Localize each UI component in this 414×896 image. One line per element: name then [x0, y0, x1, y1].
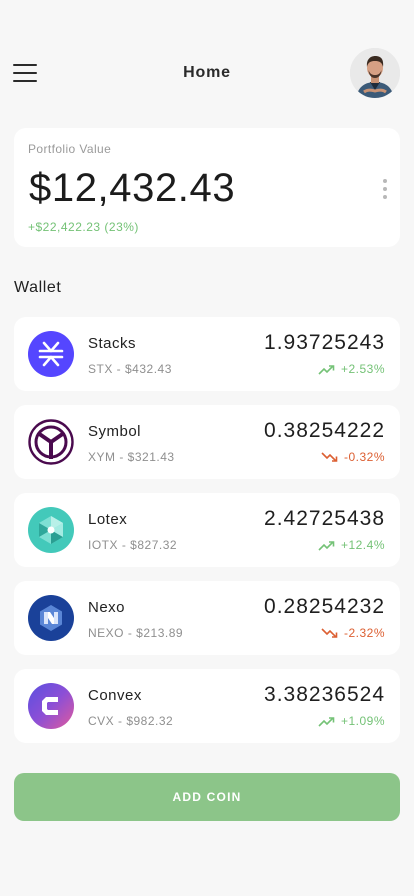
app-header: Home — [0, 46, 414, 100]
coin-change: +1.09% — [318, 714, 385, 728]
coin-row-stacks[interactable]: Stacks STX - $432.43 1.93725243 +2.53% — [14, 317, 400, 391]
portfolio-card: Portfolio Value $12,432.43 +$22,422.23 (… — [14, 128, 400, 247]
coin-name: Symbol — [88, 423, 142, 440]
coin-ticker-price: XYM - $321.43 — [88, 450, 175, 464]
coin-ticker-price: NEXO - $213.89 — [88, 626, 184, 640]
coin-change-value: +1.09% — [340, 714, 385, 728]
wallet-heading: Wallet — [14, 279, 62, 296]
portfolio-label: Portfolio Value — [28, 142, 112, 156]
nexo-logo-icon — [28, 595, 74, 641]
coin-change: +2.53% — [318, 362, 385, 376]
coin-row-convex[interactable]: Convex CVX - $982.32 3.38236524 +1.09% — [14, 669, 400, 743]
coin-row-symbol[interactable]: Symbol XYM - $321.43 0.38254222 -0.32% — [14, 405, 400, 479]
stacks-logo-icon — [28, 331, 74, 377]
coin-amount: 3.38236524 — [264, 683, 385, 706]
coin-amount: 0.28254232 — [264, 595, 385, 618]
coin-change: -0.32% — [321, 450, 385, 464]
coin-amount: 2.42725438 — [264, 507, 385, 530]
portfolio-change: +$22,422.23 (23%) — [28, 220, 139, 234]
portfolio-value: $12,432.43 — [29, 166, 236, 210]
coin-row-lotex[interactable]: Lotex IOTX - $827.32 2.42725438 +12.4% — [14, 493, 400, 567]
user-avatar[interactable] — [350, 48, 400, 98]
coin-change-value: +12.4% — [340, 538, 385, 552]
coin-name: Stacks — [88, 335, 137, 352]
coin-change-value: +2.53% — [340, 362, 385, 376]
coin-row-nexo[interactable]: Nexo NEXO - $213.89 0.28254232 -2.32% — [14, 581, 400, 655]
trend-up-icon — [318, 716, 335, 727]
trend-up-icon — [318, 364, 335, 375]
coin-amount: 0.38254222 — [264, 419, 385, 442]
coin-ticker-price: IOTX - $827.32 — [88, 538, 178, 552]
coin-name: Lotex — [88, 511, 128, 528]
coin-change-value: -2.32% — [343, 626, 385, 640]
coin-change: -2.32% — [321, 626, 385, 640]
coin-name: Convex — [88, 687, 142, 704]
coin-change-value: -0.32% — [343, 450, 385, 464]
coin-amount: 1.93725243 — [264, 331, 385, 354]
convex-logo-icon — [28, 683, 74, 729]
trend-down-icon — [321, 627, 338, 638]
add-coin-button[interactable]: ADD COIN — [14, 773, 400, 821]
kebab-menu-icon[interactable] — [381, 178, 389, 200]
coin-name: Nexo — [88, 599, 126, 616]
coin-ticker-price: STX - $432.43 — [88, 362, 172, 376]
iotex-logo-icon — [28, 507, 74, 553]
trend-down-icon — [321, 451, 338, 462]
symbol-logo-icon — [28, 419, 74, 465]
trend-up-icon — [318, 540, 335, 551]
coin-change: +12.4% — [318, 538, 385, 552]
coin-ticker-price: CVX - $982.32 — [88, 714, 174, 728]
